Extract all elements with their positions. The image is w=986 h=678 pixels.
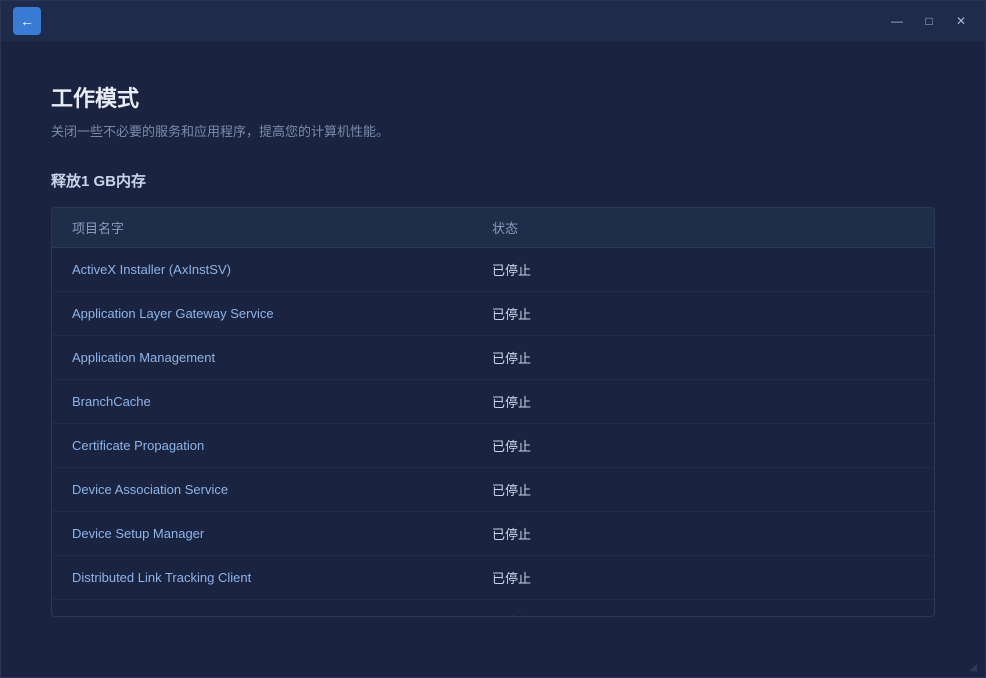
- minimize-icon: —: [891, 14, 903, 28]
- maximize-button[interactable]: □: [917, 9, 941, 33]
- close-icon: ✕: [956, 14, 966, 28]
- cell-service-name: Device Setup Manager: [72, 526, 492, 541]
- cell-service-status: 已停止: [492, 524, 914, 543]
- page-title: 工作模式: [51, 81, 935, 113]
- title-bar-controls: — □ ✕: [885, 9, 973, 33]
- close-button[interactable]: ✕: [949, 9, 973, 33]
- cell-service-status: 已停止: [492, 348, 914, 367]
- table-row[interactable]: Certificate Propagation已停止: [52, 424, 934, 468]
- table-row[interactable]: Device Setup Manager已停止: [52, 512, 934, 556]
- table-row[interactable]: ActiveX Installer (AxInstSV)已停止: [52, 248, 934, 292]
- cell-service-status: 已停止: [492, 304, 914, 323]
- table-body[interactable]: ActiveX Installer (AxInstSV)已停止Applicati…: [52, 248, 934, 616]
- cell-service-status: 已停止: [492, 260, 914, 279]
- title-bar-left: ←: [13, 7, 41, 35]
- back-icon: ←: [20, 13, 34, 29]
- title-bar: ← — □ ✕: [1, 1, 985, 41]
- table-row[interactable]: BranchCache已停止: [52, 380, 934, 424]
- content-area: 工作模式 关闭一些不必要的服务和应用程序，提高您的计算机性能。 释放1 GB内存…: [1, 41, 985, 657]
- cell-service-status: 已停止: [492, 436, 914, 455]
- table-row[interactable]: Device Association Service已停止: [52, 468, 934, 512]
- cell-service-status: 已停止: [492, 480, 914, 499]
- column-header-name: 项目名字: [72, 218, 492, 237]
- minimize-button[interactable]: —: [885, 9, 909, 33]
- maximize-icon: □: [925, 14, 932, 28]
- cell-service-status: 已停止: [492, 392, 914, 411]
- column-header-status: 状态: [492, 218, 914, 237]
- cell-service-name: Distributed Link Tracking Client: [72, 570, 492, 585]
- cell-service-name: Application Layer Gateway Service: [72, 306, 492, 321]
- main-window: ← — □ ✕ 工作模式 关闭一些不必要的服务和应用程序，提高您的计算机性能。 …: [0, 0, 986, 678]
- back-button[interactable]: ←: [13, 7, 41, 35]
- cell-service-name: Certificate Propagation: [72, 438, 492, 453]
- cell-service-name: Device Association Service: [72, 482, 492, 497]
- cell-service-status: 已停止: [492, 612, 914, 616]
- page-subtitle: 关闭一些不必要的服务和应用程序，提高您的计算机性能。: [51, 121, 935, 140]
- cell-service-name: ActiveX Installer (AxInstSV): [72, 262, 492, 277]
- table-row[interactable]: Application Layer Gateway Service已停止: [52, 292, 934, 336]
- cell-service-name: BranchCache: [72, 394, 492, 409]
- cell-service-name: Application Management: [72, 350, 492, 365]
- bottom-bar: ◢: [1, 657, 985, 677]
- resize-icon: ◢: [969, 662, 977, 673]
- table-row[interactable]: Application Management已停止: [52, 336, 934, 380]
- cell-service-name: Encrypting File System (EFS): [72, 614, 492, 616]
- table-header: 项目名字 状态: [52, 208, 934, 248]
- cell-service-status: 已停止: [492, 568, 914, 587]
- table-row[interactable]: Encrypting File System (EFS)已停止: [52, 600, 934, 616]
- table-row[interactable]: Distributed Link Tracking Client已停止: [52, 556, 934, 600]
- services-table: 项目名字 状态 ActiveX Installer (AxInstSV)已停止A…: [51, 207, 935, 617]
- section-title: 释放1 GB内存: [51, 170, 935, 191]
